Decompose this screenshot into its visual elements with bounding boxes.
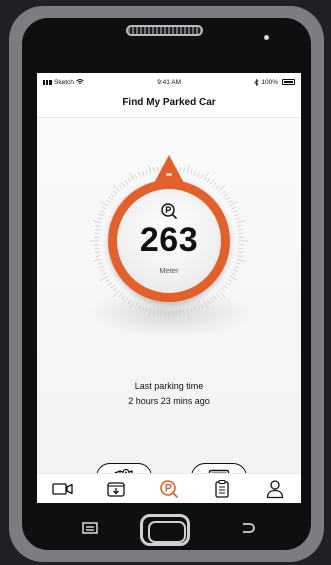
- tab-notes[interactable]: [210, 478, 234, 500]
- distance-value: 263: [139, 221, 199, 259]
- status-time: 9:41 AM: [157, 78, 182, 86]
- last-parking-value: 2 hours 23 mins ago: [128, 396, 210, 406]
- page-title: Find My Parked Car: [122, 97, 216, 108]
- distance-unit: Meter: [159, 266, 179, 275]
- wifi-icon: [76, 79, 84, 84]
- user-icon: [266, 479, 283, 498]
- speaker-grille: [126, 25, 203, 36]
- front-camera: [264, 35, 269, 40]
- stage: Sketch 9:41 AM 100% Find My Parked Car 2…: [0, 0, 331, 565]
- tab-profile[interactable]: [263, 478, 287, 500]
- tab-download[interactable]: [104, 478, 128, 500]
- clipboard-icon: [215, 479, 229, 498]
- video-camera-icon: [52, 482, 74, 495]
- parking-search-icon: [161, 203, 177, 219]
- distance-gauge: 263 Meter: [86, 155, 252, 324]
- main-content: 263 Meter Last parking time 2 hours 23 m…: [37, 118, 301, 491]
- back-hardware-button[interactable]: [240, 521, 256, 535]
- app-screen: Sketch 9:41 AM 100% Find My Parked Car 2…: [37, 73, 301, 503]
- carrier-label: Sketch: [54, 78, 74, 86]
- signal-icon: [43, 79, 52, 85]
- last-parking-label: Last parking time: [134, 381, 204, 391]
- menu-hardware-button[interactable]: [82, 521, 98, 535]
- direction-pointer: [153, 155, 185, 185]
- battery-icon: [281, 79, 295, 85]
- tab-parking[interactable]: [157, 478, 181, 500]
- home-hardware-button[interactable]: [140, 514, 190, 546]
- tab-bar: [37, 473, 301, 503]
- bluetooth-icon: [254, 78, 259, 86]
- status-bar: Sketch 9:41 AM 100%: [37, 73, 301, 91]
- download-box-icon: [107, 481, 125, 497]
- pointer-marker: [166, 173, 172, 176]
- tab-video[interactable]: [51, 478, 75, 500]
- battery-label: 100%: [261, 78, 278, 86]
- parking-search-icon: [160, 479, 178, 498]
